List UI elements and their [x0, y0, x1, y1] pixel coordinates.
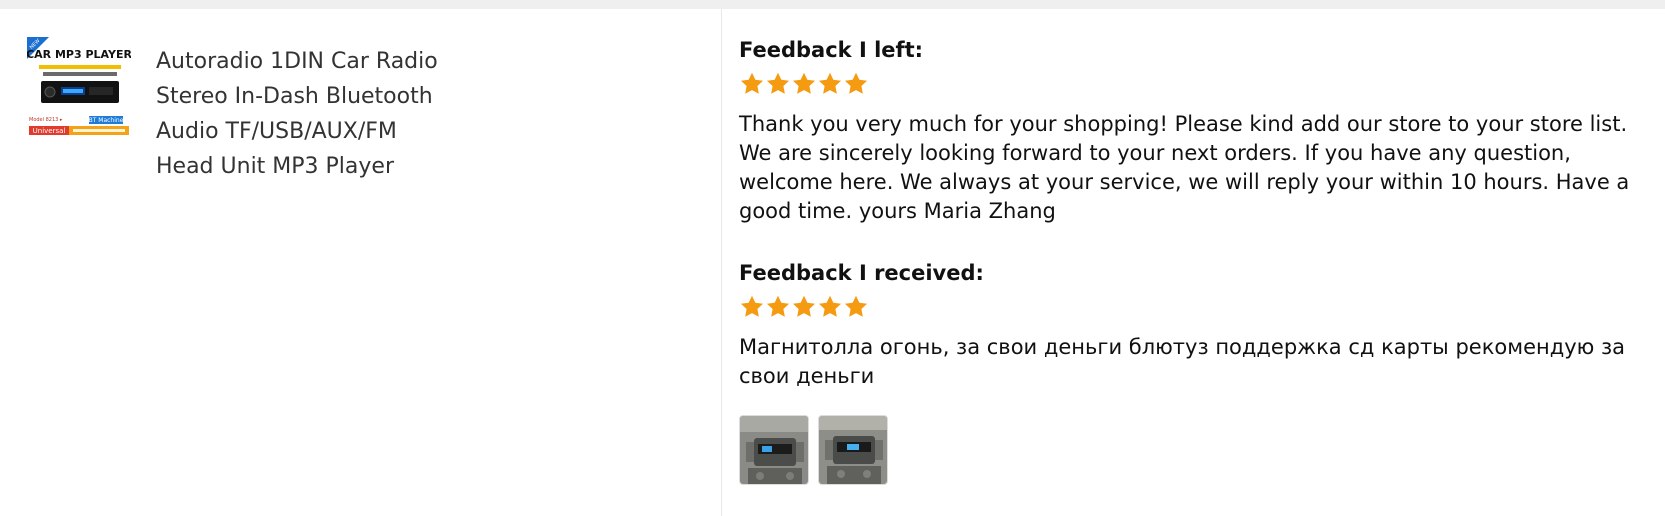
feedback-cell: Feedback I left: Thank you very much for… — [722, 9, 1665, 516]
star-icon — [765, 71, 791, 97]
feedback-photo-image — [819, 416, 887, 484]
star-icon — [843, 71, 869, 97]
feedback-photo[interactable] — [739, 415, 809, 485]
star-icon — [791, 71, 817, 97]
product-title-line: Audio TF/USB/AUX/FM — [156, 119, 397, 144]
feedback-photo-image — [740, 416, 808, 484]
product-title-line: Head Unit MP3 Player — [156, 154, 394, 179]
star-icon — [791, 294, 817, 320]
star-icon — [817, 294, 843, 320]
top-separator-bar — [0, 0, 1665, 9]
product-thumbnail-image: NEW CAR MP3 PLAYER Model 8213 ▸ BT Machi… — [26, 37, 132, 141]
thumb-tag-right: BT Machine — [89, 117, 124, 124]
feedback-photo[interactable] — [818, 415, 888, 485]
product-title-line: Stereo In-Dash Bluetooth — [156, 84, 433, 109]
star-icon — [765, 294, 791, 320]
product-title-line: Autoradio 1DIN Car Radio — [156, 49, 438, 74]
product-thumbnail[interactable]: NEW CAR MP3 PLAYER Model 8213 ▸ BT Machi… — [26, 37, 132, 141]
star-icon — [739, 294, 765, 320]
feedback-received-heading: Feedback I received: — [739, 261, 984, 285]
thumb-banner-text: CAR MP3 PLAYER — [27, 48, 131, 61]
star-icon — [817, 71, 843, 97]
feedback-received-text: Магнитолла огонь, за свои деньги блютуз … — [739, 335, 1626, 388]
thumb-tag-left: Universal — [33, 127, 66, 135]
product-title-link[interactable]: Autoradio 1DIN Car Radio Stereo In-Dash … — [156, 44, 486, 184]
feedback-left-rating — [739, 71, 869, 99]
star-icon — [739, 71, 765, 97]
star-icon — [843, 294, 869, 320]
svg-text:Model 8213 ▸: Model 8213 ▸ — [29, 117, 63, 123]
feedback-left-text: Thank you very much for your shopping! P… — [739, 112, 1630, 223]
feedback-left-heading: Feedback I left: — [739, 38, 924, 62]
product-cell: NEW CAR MP3 PLAYER Model 8213 ▸ BT Machi… — [0, 9, 722, 516]
feedback-received-rating — [739, 294, 869, 322]
order-feedback-row: NEW CAR MP3 PLAYER Model 8213 ▸ BT Machi… — [0, 9, 1665, 516]
